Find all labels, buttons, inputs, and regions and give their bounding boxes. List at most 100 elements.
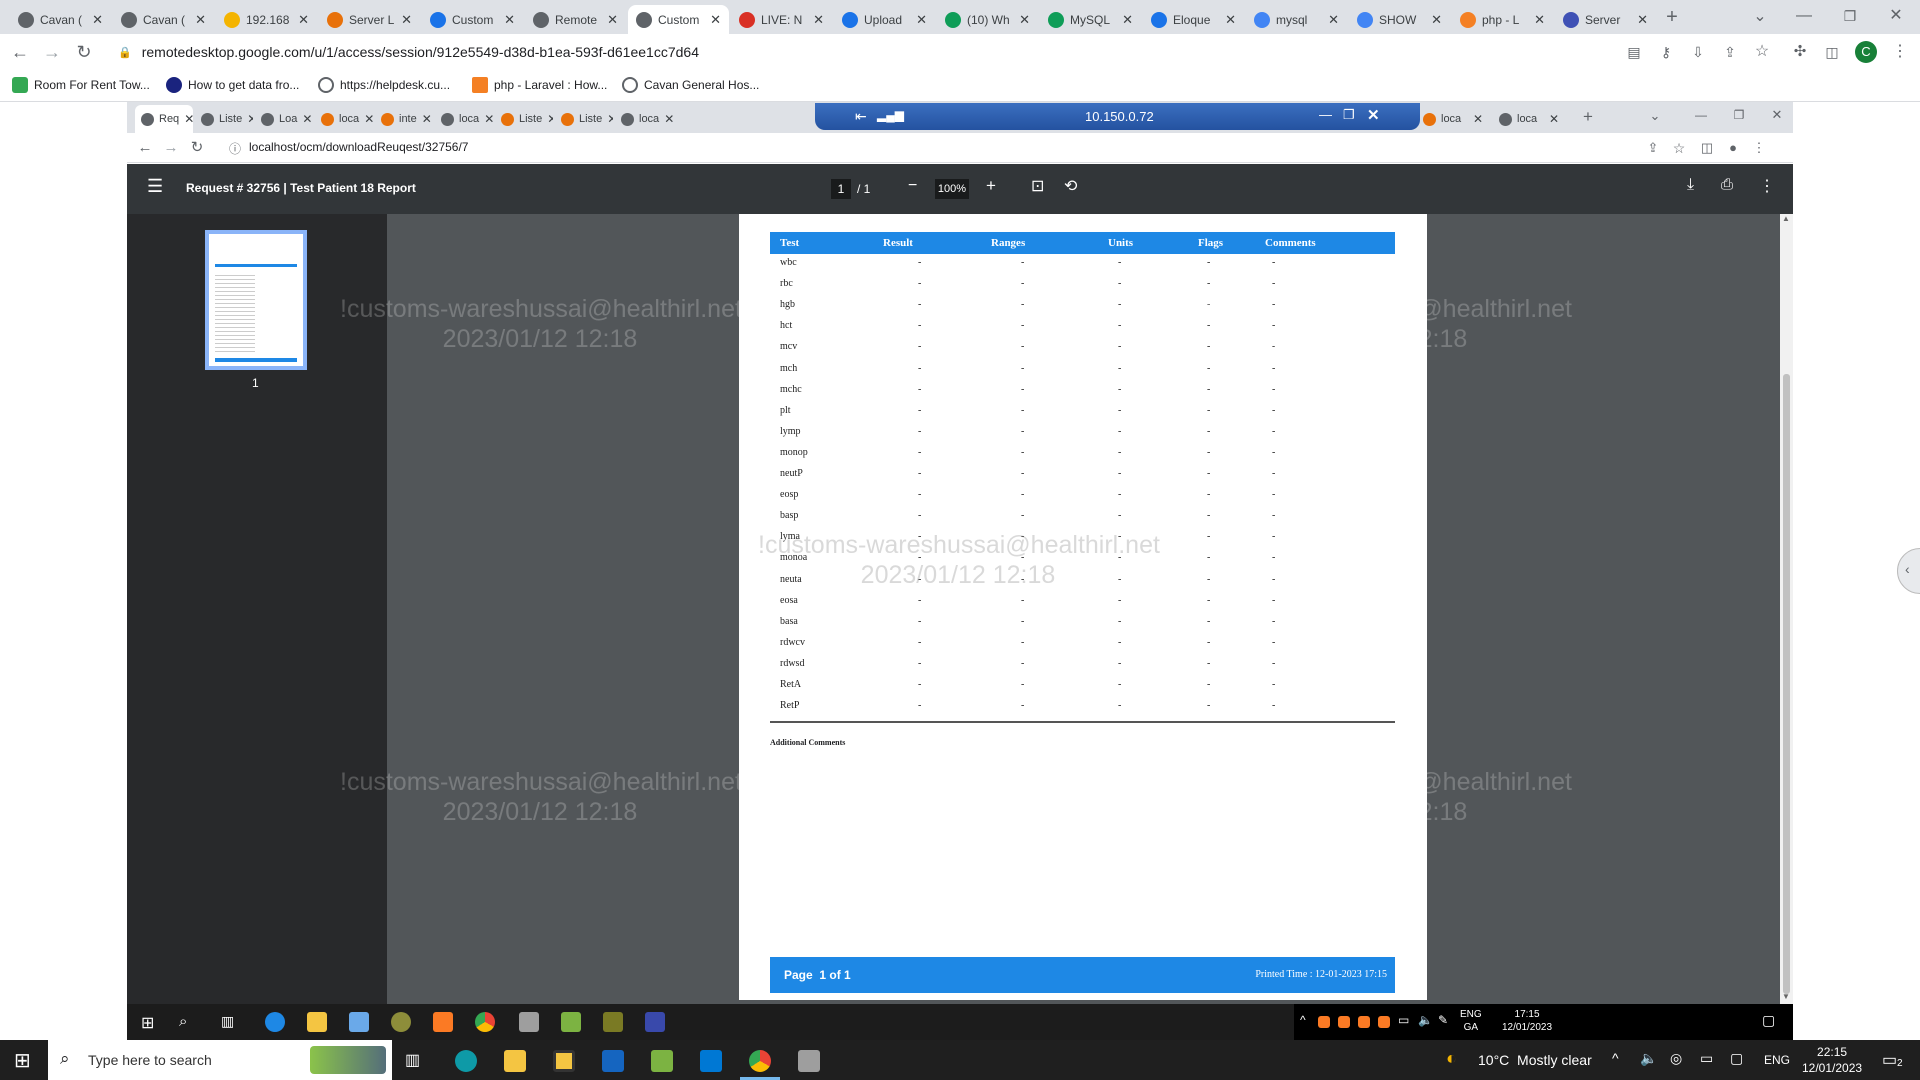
- download-icon[interactable]: ⤓: [1687, 176, 1694, 194]
- chrome-icon[interactable]: [475, 1012, 495, 1032]
- remote-tab[interactable]: loca ✕: [1493, 105, 1565, 133]
- bookmark-item[interactable]: php - Laravel : How...: [472, 77, 607, 93]
- tab-close-icon[interactable]: ✕: [916, 12, 927, 28]
- tab-close-icon[interactable]: ✕: [359, 112, 373, 126]
- tab-close-icon[interactable]: ✕: [297, 112, 312, 126]
- weather-text[interactable]: 10°C Mostly clear: [1478, 1052, 1592, 1068]
- remote-back-button[interactable]: ←: [133, 136, 157, 160]
- sublime-icon[interactable]: [651, 1050, 673, 1072]
- task-view-icon[interactable]: ▥: [221, 1013, 234, 1030]
- bookmark-item[interactable]: Room For Rent Tow...: [12, 77, 150, 93]
- address-bar[interactable]: 🔒 remotedesktop.google.com/u/1/access/se…: [106, 38, 1626, 66]
- start-windows-icon[interactable]: ⊞: [14, 1048, 31, 1073]
- remote-tab[interactable]: loca ✕: [1417, 105, 1489, 133]
- language-indicator[interactable]: ENG: [1764, 1053, 1790, 1067]
- remote-new-tab-button[interactable]: +: [1576, 105, 1600, 129]
- key-icon[interactable]: ⚷: [1654, 40, 1678, 64]
- minimize-window-button[interactable]: —: [1792, 4, 1816, 28]
- windows-start-icon[interactable]: ⊞: [141, 1013, 154, 1033]
- meet-icon[interactable]: ◎: [1670, 1050, 1682, 1067]
- tray-chevron-icon[interactable]: ^: [1612, 1050, 1619, 1066]
- zoom-out-icon[interactable]: −: [908, 177, 917, 195]
- chrome-menu-icon[interactable]: ⋮: [1888, 40, 1912, 64]
- tab-close-icon[interactable]: ✕: [607, 12, 618, 28]
- fit-page-icon[interactable]: ⊡: [1031, 176, 1044, 196]
- scroll-up-arrow[interactable]: ▲: [1782, 214, 1790, 223]
- volume-muted-icon[interactable]: 🔈: [1418, 1013, 1433, 1027]
- file-explorer-icon[interactable]: [504, 1050, 526, 1072]
- tab-close-icon[interactable]: ✕: [602, 112, 613, 126]
- tray-app-icon[interactable]: [1378, 1016, 1390, 1028]
- outer-tab[interactable]: Remote ✕: [525, 5, 626, 34]
- tab-close-icon[interactable]: ✕: [1431, 12, 1442, 28]
- vscode-icon[interactable]: [700, 1050, 722, 1072]
- editor-icon[interactable]: [561, 1012, 581, 1032]
- tab-close-icon[interactable]: ✕: [542, 112, 553, 126]
- info-icon[interactable]: ⓘ: [229, 140, 241, 157]
- outer-tab[interactable]: Cavan (✕: [10, 5, 111, 34]
- tab-search-icon[interactable]: ⌄: [1748, 5, 1772, 29]
- volume-muted-icon[interactable]: 🔈: [1640, 1050, 1657, 1067]
- remote-tab[interactable]: Req ✕: [135, 105, 193, 133]
- sublime-icon[interactable]: [603, 1012, 623, 1032]
- scroll-down-arrow[interactable]: ▼: [1782, 992, 1790, 1001]
- remote-desktop-icon[interactable]: [798, 1050, 820, 1072]
- tab-close-icon[interactable]: ✕: [1468, 112, 1483, 126]
- outer-tab[interactable]: MySQL ✕: [1040, 5, 1141, 34]
- outer-tab[interactable]: Cavan (✕: [113, 5, 214, 34]
- page-thumbnail[interactable]: [205, 230, 307, 370]
- notepad-icon[interactable]: [349, 1012, 369, 1032]
- zoom-level-input[interactable]: 100%: [935, 179, 969, 199]
- rd-close-icon[interactable]: ✕: [1367, 106, 1380, 124]
- xampp-icon[interactable]: [433, 1012, 453, 1032]
- rd-restore-icon[interactable]: ❐: [1343, 107, 1355, 123]
- remote-notification-icon[interactable]: ▢: [1762, 1012, 1775, 1029]
- remote-desktop-icon[interactable]: [519, 1012, 539, 1032]
- taskbar-search-box[interactable]: ⌕ Type here to search: [48, 1040, 392, 1080]
- remote-profile-icon[interactable]: ●: [1721, 136, 1745, 160]
- tab-close-icon[interactable]: ✕: [1534, 12, 1545, 28]
- restore-window-button[interactable]: ❐: [1838, 4, 1862, 28]
- outer-tab[interactable]: LIVE: N ✕: [731, 5, 832, 34]
- side-panel-icon[interactable]: ◫: [1820, 40, 1844, 64]
- outer-tab[interactable]: mysql ✕: [1246, 5, 1347, 34]
- remote-connection-bar[interactable]: ⇤ ▂▄▆ 10.150.0.72 — ❐ ✕: [815, 103, 1420, 130]
- print-icon[interactable]: ⎙: [1721, 176, 1733, 193]
- remote-tab[interactable]: inte ✕: [375, 105, 433, 133]
- bookmark-star-icon[interactable]: ☆: [1750, 40, 1774, 64]
- tab-close-icon[interactable]: ✕: [401, 12, 412, 28]
- remote-share-icon[interactable]: ⇪: [1641, 136, 1665, 160]
- remote-tab[interactable]: loca ✕: [435, 105, 493, 133]
- rotate-icon[interactable]: ⟲: [1064, 176, 1077, 196]
- tab-close-icon[interactable]: ✕: [1122, 12, 1133, 28]
- tab-close-icon[interactable]: ✕: [195, 12, 206, 28]
- remote-clock[interactable]: 17:15 12/01/2023: [1502, 1008, 1552, 1034]
- outer-tab[interactable]: 192.168 ✕: [216, 5, 317, 34]
- tab-close-icon[interactable]: ✕: [1328, 12, 1339, 28]
- remote-tab-search-icon[interactable]: ⌄: [1643, 104, 1667, 128]
- tray-app-icon[interactable]: [1338, 1016, 1350, 1028]
- remote-side-panel-icon[interactable]: ◫: [1695, 136, 1719, 160]
- search-icon[interactable]: ⌕: [179, 1013, 187, 1030]
- tab-close-icon[interactable]: ✕: [659, 112, 673, 126]
- new-tab-button[interactable]: +: [1660, 5, 1684, 29]
- remote-reload-button[interactable]: ↻: [185, 136, 209, 160]
- remote-tab[interactable]: Liste ✕: [195, 105, 253, 133]
- outer-tab[interactable]: Server ✕: [1555, 5, 1656, 34]
- tab-close-icon[interactable]: ✕: [417, 112, 432, 126]
- outer-tab[interactable]: Server L ✕: [319, 5, 420, 34]
- remote-language[interactable]: ENG GA: [1460, 1008, 1482, 1034]
- tray-app-icon[interactable]: [1318, 1016, 1330, 1028]
- hamburger-menu-icon[interactable]: ☰: [147, 176, 163, 197]
- profile-avatar[interactable]: C: [1855, 41, 1877, 63]
- close-window-button[interactable]: ✕: [1884, 4, 1908, 28]
- pdf-scrollbar[interactable]: ▲ ▼: [1780, 214, 1793, 1004]
- notification-icon[interactable]: ▭: [1882, 1050, 1897, 1070]
- remote-minimize-button[interactable]: —: [1689, 103, 1713, 127]
- tab-close-icon[interactable]: ✕: [92, 12, 103, 28]
- outer-tab[interactable]: SHOW ✕: [1349, 5, 1450, 34]
- tray-chevron-icon[interactable]: ^: [1300, 1013, 1306, 1027]
- outer-tab[interactable]: Eloque ✕: [1143, 5, 1244, 34]
- network-icon[interactable]: ▭: [1398, 1013, 1409, 1027]
- remote-close-button[interactable]: ✕: [1765, 103, 1789, 127]
